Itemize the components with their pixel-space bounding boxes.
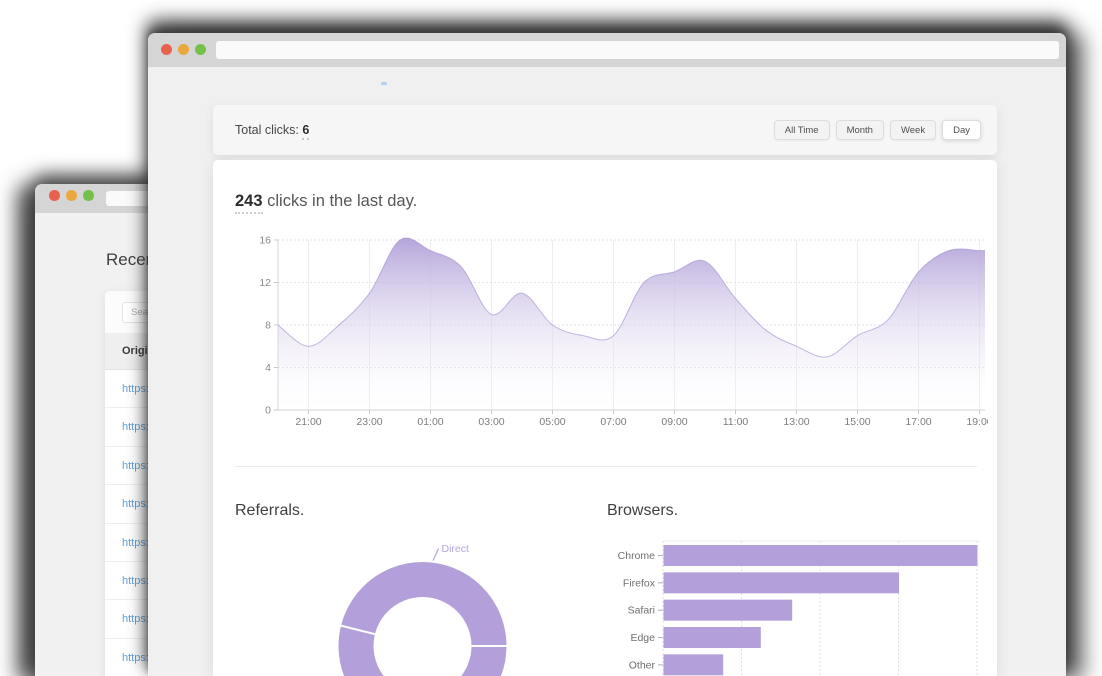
referrals-section-title: Referrals. bbox=[235, 502, 305, 519]
browsers-section-title: Browsers. bbox=[607, 502, 679, 519]
svg-text:Edge: Edge bbox=[630, 632, 655, 644]
minimize-button[interactable] bbox=[66, 190, 77, 201]
original-url-link[interactable]: https: bbox=[122, 421, 149, 433]
svg-text:8: 8 bbox=[265, 320, 271, 332]
total-clicks-text: Total clicks: 6 bbox=[235, 123, 310, 140]
bar-chrome bbox=[663, 545, 978, 566]
bar-safari bbox=[663, 599, 793, 621]
original-url-link[interactable]: https: bbox=[122, 652, 149, 664]
bar-edge bbox=[663, 626, 761, 648]
svg-text:4: 4 bbox=[265, 362, 271, 374]
maximize-button[interactable] bbox=[195, 44, 206, 55]
filter-button-all-time[interactable]: All Time bbox=[773, 120, 830, 140]
svg-text:Safari: Safari bbox=[628, 605, 655, 617]
front-window-controls bbox=[161, 44, 206, 55]
bar-firefox bbox=[663, 572, 899, 594]
svg-text:16: 16 bbox=[259, 235, 271, 247]
original-url-link[interactable]: https: bbox=[122, 498, 149, 510]
time-filter-group: All Time Month Week Day bbox=[773, 120, 981, 140]
total-clicks-value: 6 bbox=[302, 123, 310, 140]
maximize-button[interactable] bbox=[83, 190, 94, 201]
svg-text:23:00: 23:00 bbox=[356, 416, 382, 428]
close-button[interactable] bbox=[161, 44, 172, 55]
svg-text:Firefox: Firefox bbox=[623, 577, 656, 589]
close-button[interactable] bbox=[49, 190, 60, 201]
browsers-bar-chart: Chrome Firefox Safari Edge Other bbox=[618, 540, 980, 676]
filter-button-month[interactable]: Month bbox=[835, 120, 884, 140]
filter-button-week[interactable]: Week bbox=[889, 120, 937, 140]
original-url-link[interactable]: https: bbox=[122, 537, 149, 549]
svg-text:01:00: 01:00 bbox=[417, 416, 443, 428]
clicks-headline-suffix: clicks in the last day. bbox=[262, 192, 418, 210]
front-browser-window: Total clicks: 6 All Time Month Week Day 243… bbox=[148, 33, 1066, 676]
svg-text:15:00: 15:00 bbox=[844, 416, 870, 428]
original-url-link[interactable]: https: bbox=[122, 383, 149, 395]
svg-text:12: 12 bbox=[259, 277, 271, 289]
svg-text:13:00: 13:00 bbox=[783, 416, 809, 428]
svg-text:03:00: 03:00 bbox=[478, 416, 504, 428]
clicks-area-chart: 0 4 8 12 16 21:00 23:00 01:00 03:00 05:00 07:00 09:… bbox=[259, 235, 988, 429]
svg-text:17:00: 17:00 bbox=[905, 416, 931, 428]
svg-text:05:00: 05:00 bbox=[539, 416, 565, 428]
referrals-doughnut-chart: Direct bbox=[338, 543, 509, 676]
minimize-button[interactable] bbox=[178, 44, 189, 55]
svg-text:21:00: 21:00 bbox=[295, 416, 321, 428]
doughnut-direct-label: Direct bbox=[442, 543, 470, 555]
svg-text:19:00: 19:00 bbox=[966, 416, 988, 428]
original-url-link[interactable]: https: bbox=[122, 460, 149, 472]
bar-other bbox=[663, 654, 724, 676]
svg-text:07:00: 07:00 bbox=[600, 416, 626, 428]
svg-text:Chrome: Chrome bbox=[618, 550, 656, 562]
original-url-link[interactable]: https: bbox=[122, 575, 149, 587]
svg-text:Other: Other bbox=[629, 659, 656, 671]
original-url-link[interactable]: https: bbox=[122, 613, 149, 625]
clicks-headline: 243 clicks in the last day. bbox=[235, 192, 418, 214]
desktop-stage: Recen Origi https:https:https:https:http… bbox=[0, 0, 1102, 676]
address-bar[interactable] bbox=[216, 41, 1059, 59]
svg-text:09:00: 09:00 bbox=[661, 416, 687, 428]
page-loader-dash bbox=[381, 82, 387, 85]
clicks-count: 243 bbox=[235, 192, 263, 214]
filter-button-day[interactable]: Day bbox=[942, 120, 981, 140]
section-divider bbox=[235, 466, 977, 467]
analytics-card: 243 clicks in the last day. 0 4 8 12 16 21:00… bbox=[213, 160, 997, 676]
svg-text:0: 0 bbox=[265, 405, 271, 417]
back-window-controls bbox=[49, 190, 94, 201]
stats-header-card: Total clicks: 6 All Time Month Week Day bbox=[213, 105, 997, 155]
total-clicks-label: Total clicks: bbox=[235, 123, 303, 137]
front-window-titlebar[interactable] bbox=[148, 33, 1066, 67]
svg-text:11:00: 11:00 bbox=[723, 416, 749, 428]
